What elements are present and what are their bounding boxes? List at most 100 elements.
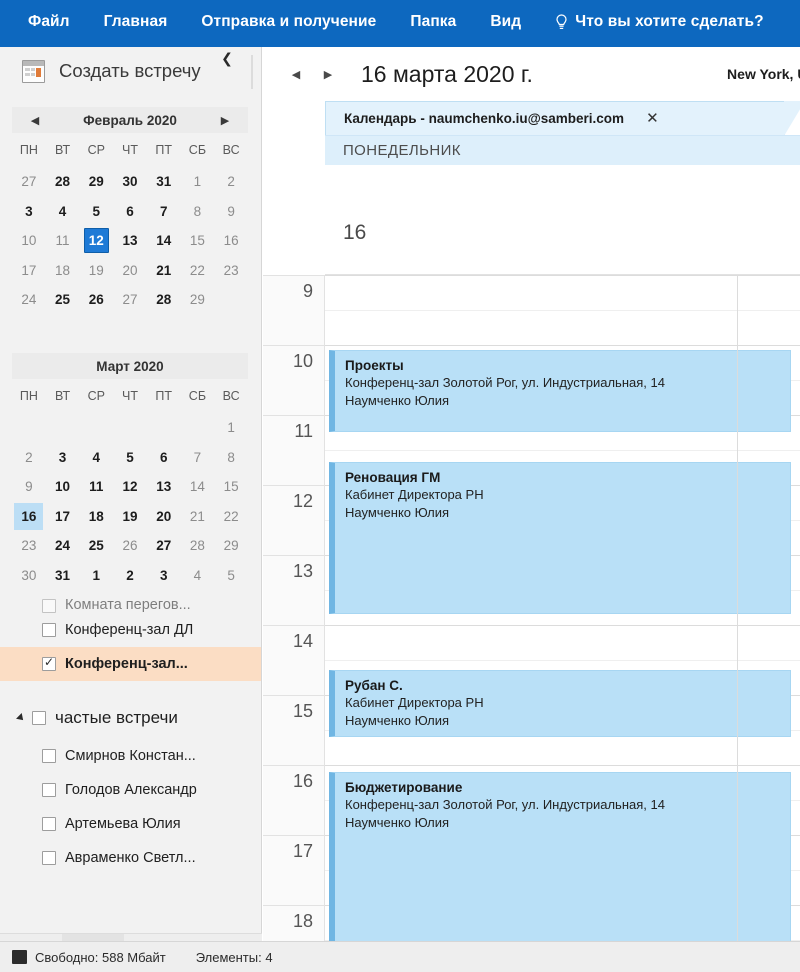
mini-calendar-day[interactable]: 4 bbox=[181, 561, 215, 591]
mini-calendar-day[interactable]: 27 bbox=[12, 167, 46, 197]
mini-calendar-day[interactable]: 8 bbox=[181, 197, 215, 227]
close-icon[interactable]: ✕ bbox=[646, 111, 659, 126]
mini-calendar-day[interactable]: 20 bbox=[113, 256, 147, 286]
ribbon-tab-file[interactable]: Файл bbox=[28, 13, 70, 31]
mini-calendar-day[interactable]: 24 bbox=[12, 285, 46, 315]
mini-calendar-day[interactable]: 31 bbox=[147, 167, 181, 197]
ribbon-tab-send-receive[interactable]: Отправка и получение bbox=[201, 13, 376, 31]
calendar-group-header[interactable]: частые встречи bbox=[0, 697, 261, 739]
mini-calendar-day[interactable]: 13 bbox=[147, 472, 181, 502]
mini-calendar-day[interactable]: 5 bbox=[113, 443, 147, 473]
chevron-left-icon[interactable]: ◀ bbox=[22, 107, 48, 133]
appointment-block[interactable]: Рубан С. Кабинет Директора РН Наумченко Юл… bbox=[329, 670, 791, 737]
mini-calendar-day[interactable]: 1 bbox=[79, 561, 113, 591]
mini-calendar-day[interactable]: 4 bbox=[46, 197, 80, 227]
mini-calendar-day[interactable]: 11 bbox=[46, 226, 80, 256]
appointment-block[interactable]: Реновация ГМ Кабинет Директора РН Наумченк… bbox=[329, 462, 791, 614]
ribbon-tab-folder[interactable]: Папка bbox=[410, 13, 456, 31]
mini-calendar-day[interactable]: 22 bbox=[181, 256, 215, 286]
mini-calendar-day[interactable]: 21 bbox=[147, 256, 181, 286]
mini-calendar-day[interactable]: 5 bbox=[79, 197, 113, 227]
mini-calendar-day[interactable]: 3 bbox=[46, 443, 80, 473]
mini-calendar-day[interactable]: 2 bbox=[12, 443, 46, 473]
mini-calendar-day[interactable]: 2 bbox=[214, 167, 248, 197]
calendar-tab[interactable]: Календарь - naumchenko.iu@samberi.com ✕ bbox=[325, 101, 800, 136]
mini-calendar-day[interactable]: 17 bbox=[12, 256, 46, 286]
day-slots[interactable]: Проекты Конференц-зал Золотой Рог, ул. Ин… bbox=[325, 275, 800, 941]
mini-calendar-day[interactable]: 29 bbox=[181, 285, 215, 315]
calendar-list-item[interactable]: Конференц-зал ДЛ bbox=[0, 613, 261, 647]
mini-calendar-day[interactable]: 31 bbox=[46, 561, 80, 591]
mini-calendar-day[interactable]: 23 bbox=[214, 256, 248, 286]
mini-calendar-day[interactable]: 11 bbox=[79, 472, 113, 502]
mini-calendar-day[interactable]: 15 bbox=[214, 472, 248, 502]
mini-calendar-day[interactable]: 16 bbox=[214, 226, 248, 256]
checkbox[interactable] bbox=[42, 599, 56, 613]
triangle-expanded-icon[interactable] bbox=[16, 713, 26, 723]
mini-calendar-day[interactable]: 4 bbox=[79, 443, 113, 473]
mini-calendar-day[interactable]: 27 bbox=[147, 531, 181, 561]
mini-calendar-day[interactable]: 29 bbox=[214, 531, 248, 561]
mini-calendar-day[interactable]: 26 bbox=[113, 531, 147, 561]
mini-calendar-day[interactable]: 30 bbox=[113, 167, 147, 197]
mini-calendar-day[interactable]: 18 bbox=[79, 502, 113, 532]
checkbox[interactable] bbox=[32, 711, 46, 725]
checkbox[interactable] bbox=[42, 817, 56, 831]
checkbox[interactable] bbox=[42, 655, 56, 671]
mini-calendar-day[interactable]: 27 bbox=[113, 285, 147, 315]
mini-calendar-day[interactable]: 9 bbox=[214, 197, 248, 227]
appointment-block[interactable]: Бюджетирование Конференц-зал Золотой Рог,… bbox=[329, 772, 791, 941]
checkbox[interactable] bbox=[42, 749, 56, 763]
mini-calendar-day[interactable]: 12 bbox=[83, 228, 109, 254]
ribbon-tab-view[interactable]: Вид bbox=[490, 13, 521, 31]
mini-calendar-day[interactable]: 25 bbox=[79, 531, 113, 561]
tell-me-box[interactable]: Что вы хотите сделать? bbox=[555, 13, 764, 31]
mini-calendar-day[interactable]: 29 bbox=[79, 167, 113, 197]
checkbox[interactable] bbox=[42, 783, 56, 797]
mini-calendar-day[interactable]: 9 bbox=[12, 472, 46, 502]
mini-calendar-day[interactable]: 14 bbox=[147, 226, 181, 256]
mini-calendar-day[interactable]: 5 bbox=[214, 561, 248, 591]
mini-calendar-day[interactable]: 23 bbox=[12, 531, 46, 561]
mini-calendar-day[interactable]: 20 bbox=[147, 502, 181, 532]
mini-calendar-day[interactable]: 7 bbox=[147, 197, 181, 227]
ribbon-tab-home[interactable]: Главная bbox=[104, 13, 168, 31]
mini-calendar-day[interactable]: 25 bbox=[46, 285, 80, 315]
mini-calendar-day[interactable]: 21 bbox=[181, 502, 215, 532]
mini-calendar-day[interactable]: 12 bbox=[113, 472, 147, 502]
mini-calendar-day[interactable]: 3 bbox=[147, 561, 181, 591]
mini-calendar-day[interactable]: 22 bbox=[214, 502, 248, 532]
calendar-list-item[interactable]: Смирнов Констан... bbox=[0, 739, 261, 773]
chevron-left-icon[interactable]: ❮ bbox=[219, 50, 235, 66]
mini-calendar-day[interactable]: 7 bbox=[181, 443, 215, 473]
calendar-list-item[interactable]: Комната перегов... bbox=[0, 599, 261, 613]
mini-calendar-day[interactable]: 10 bbox=[12, 226, 46, 256]
mini-calendar-day[interactable]: 1 bbox=[181, 167, 215, 197]
mini-calendar-day[interactable]: 6 bbox=[147, 443, 181, 473]
calendar-list-item[interactable]: Конференц-зал... bbox=[0, 647, 261, 681]
calendar-list-item[interactable]: Голодов Александр bbox=[0, 773, 261, 807]
mini-calendar-day[interactable]: 28 bbox=[147, 285, 181, 315]
mini-calendar-day[interactable]: 8 bbox=[214, 443, 248, 473]
mini-calendar-day[interactable]: 1 bbox=[214, 413, 248, 443]
mini-calendar-day[interactable]: 28 bbox=[181, 531, 215, 561]
mini-calendar-day[interactable]: 24 bbox=[46, 531, 80, 561]
mini-calendar-day[interactable]: 2 bbox=[113, 561, 147, 591]
mini-calendar-day[interactable]: 30 bbox=[12, 561, 46, 591]
checkbox[interactable] bbox=[42, 623, 56, 637]
mini-calendar-day[interactable]: 26 bbox=[79, 285, 113, 315]
mini-calendar-day[interactable]: 18 bbox=[46, 256, 80, 286]
mini-calendar-day[interactable]: 10 bbox=[46, 472, 80, 502]
appointment-block[interactable]: Проекты Конференц-зал Золотой Рог, ул. Ин… bbox=[329, 350, 791, 432]
mini-calendar-day[interactable]: 3 bbox=[12, 197, 46, 227]
calendar-list-item[interactable]: Артемьева Юлия bbox=[0, 807, 261, 841]
chevron-right-icon[interactable]: ▶ bbox=[212, 107, 238, 133]
chevron-left-icon[interactable]: ◀ bbox=[285, 63, 307, 85]
mini-calendar-day[interactable]: 19 bbox=[79, 256, 113, 286]
mini-calendar-day[interactable]: 15 bbox=[181, 226, 215, 256]
mini-calendar-day[interactable]: 17 bbox=[46, 502, 80, 532]
mini-calendar-day[interactable]: 6 bbox=[113, 197, 147, 227]
mini-calendar-day[interactable]: 28 bbox=[46, 167, 80, 197]
chevron-right-icon[interactable]: ▶ bbox=[317, 63, 339, 85]
checkbox[interactable] bbox=[42, 851, 56, 865]
